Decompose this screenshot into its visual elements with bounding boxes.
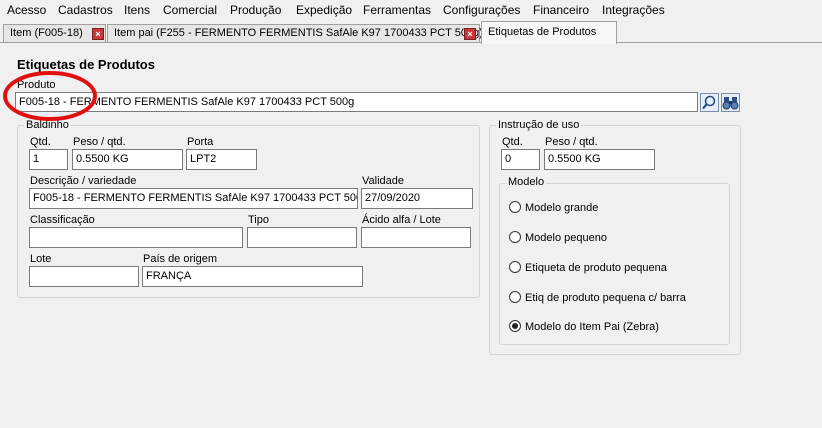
qtd-input[interactable]: 1	[29, 149, 68, 170]
menu-cadastros[interactable]: Cadastros	[58, 3, 113, 17]
binoculars-icon[interactable]	[721, 93, 740, 112]
close-icon[interactable]: ×	[464, 28, 476, 40]
tab-item[interactable]: Item (F005-18) ×	[3, 24, 106, 43]
menu-configuracoes[interactable]: Configurações	[443, 3, 520, 17]
lote-input[interactable]	[29, 266, 139, 287]
menu-expedicao[interactable]: Expedição	[296, 3, 352, 17]
classificacao-input[interactable]	[29, 227, 243, 248]
form-panel: Etiquetas de Produtos Produto F005-18 - …	[0, 43, 822, 428]
pais-label: País de origem	[143, 253, 217, 265]
tab-item-pai[interactable]: Item pai (F255 - FERMENTO FERMENTIS SafA…	[107, 24, 483, 43]
menu-bar: Acesso Cadastros Itens Comercial Produçã…	[0, 0, 822, 21]
instrucao-qtd-label: Qtd.	[502, 136, 523, 148]
radio-etiq-pequena-barra[interactable]: Etiq de produto pequena c/ barra	[509, 291, 686, 307]
radio-modelo-grande[interactable]: Modelo grande	[509, 201, 598, 217]
instrucao-qtd-input[interactable]: 0	[501, 149, 540, 170]
magnifier-icon[interactable]	[700, 93, 719, 112]
radio-label: Etiq de produto pequena c/ barra	[525, 292, 686, 304]
radio-button[interactable]	[509, 201, 521, 213]
instrucao-peso-label: Peso / qtd.	[545, 136, 598, 148]
tab-item-label: Item (F005-18)	[10, 27, 83, 39]
peso-label: Peso / qtd.	[73, 136, 126, 148]
modelo-title: Modelo	[506, 176, 547, 188]
radio-label: Etiqueta de produto pequena	[525, 262, 667, 274]
validade-label: Validade	[362, 175, 404, 187]
radio-label: Modelo pequeno	[525, 232, 607, 244]
radio-button-checked[interactable]	[509, 320, 521, 332]
pais-input[interactable]: FRANÇA	[142, 266, 363, 287]
tab-etiquetas-label: Etiquetas de Produtos	[488, 26, 597, 38]
descricao-input[interactable]: F005-18 - FERMENTO FERMENTIS SafAle K97 …	[29, 188, 358, 209]
validade-input[interactable]: 27/09/2020	[361, 188, 473, 209]
classificacao-label: Classificação	[30, 214, 95, 226]
radio-button[interactable]	[509, 291, 521, 303]
tipo-input[interactable]	[247, 227, 357, 248]
menu-itens[interactable]: Itens	[124, 3, 150, 17]
lote-label: Lote	[30, 253, 52, 265]
radio-modelo-item-pai[interactable]: Modelo do Item Pai (Zebra)	[509, 320, 659, 336]
produto-input[interactable]: F005-18 - FERMENTO FERMENTIS SafAle K97 …	[15, 92, 698, 112]
radio-button[interactable]	[509, 231, 521, 243]
menu-producao[interactable]: Produção	[230, 3, 281, 17]
porta-label: Porta	[187, 136, 214, 148]
menu-integracoes[interactable]: Integrações	[602, 3, 665, 17]
instrucao-peso-input[interactable]: 0.5500 KG	[544, 149, 655, 170]
highlight-ellipse	[3, 71, 97, 121]
acido-label: Ácido alfa / Lote	[362, 214, 441, 226]
radio-etiqueta-pequena[interactable]: Etiqueta de produto pequena	[509, 261, 667, 277]
descricao-label: Descrição / variedade	[30, 175, 137, 187]
tab-strip: Item (F005-18) × Item pai (F255 - FERMEN…	[0, 21, 822, 44]
qtd-label: Qtd.	[30, 136, 51, 148]
menu-comercial[interactable]: Comercial	[163, 3, 217, 17]
menu-financeiro[interactable]: Financeiro	[533, 3, 589, 17]
porta-input[interactable]: LPT2	[186, 149, 257, 170]
tipo-label: Tipo	[248, 214, 269, 226]
menu-acesso[interactable]: Acesso	[7, 3, 46, 17]
instrucao-title: Instrução de uso	[496, 119, 582, 131]
radio-label: Modelo do Item Pai (Zebra)	[525, 321, 659, 333]
radio-label: Modelo grande	[525, 202, 599, 214]
radio-modelo-pequeno[interactable]: Modelo pequeno	[509, 231, 607, 247]
close-icon[interactable]: ×	[92, 28, 104, 40]
peso-input[interactable]: 0.5500 KG	[72, 149, 183, 170]
acido-input[interactable]	[361, 227, 471, 248]
tab-etiquetas[interactable]: Etiquetas de Produtos	[481, 21, 617, 44]
radio-button[interactable]	[509, 261, 521, 273]
menu-ferramentas[interactable]: Ferramentas	[363, 3, 431, 17]
tab-item-pai-label: Item pai (F255 - FERMENTO FERMENTIS SafA…	[114, 27, 483, 39]
